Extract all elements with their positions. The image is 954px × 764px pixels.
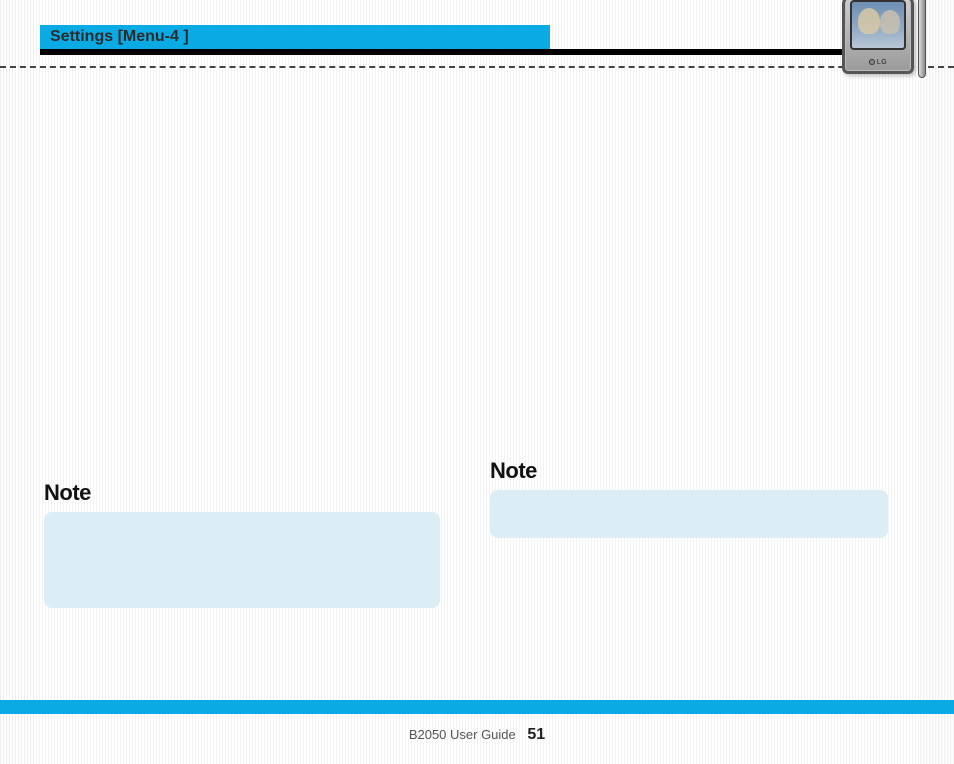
phone-screen-icon xyxy=(850,0,906,50)
header-underline xyxy=(40,49,914,55)
note-block-left: Note xyxy=(44,480,440,608)
note-block-right: Note xyxy=(490,458,888,538)
footer-guide-label: B2050 User Guide xyxy=(409,727,516,742)
page-footer: B2050 User Guide 51 xyxy=(0,726,954,744)
note-heading: Note xyxy=(490,458,888,484)
phone-illustration: LG xyxy=(834,0,922,74)
footer-accent-band xyxy=(0,700,954,714)
page-content: Note Note xyxy=(40,80,914,684)
phone-brand-label: LG xyxy=(834,59,922,66)
footer-page-number: 51 xyxy=(527,726,545,743)
note-box xyxy=(44,512,440,608)
page-texture-right xyxy=(920,0,954,764)
header-title: Settings [Menu-4 ] xyxy=(50,28,189,46)
note-heading: Note xyxy=(44,480,440,506)
page-texture-left xyxy=(0,0,34,764)
phone-brand-text: LG xyxy=(877,59,887,66)
header-title-bar: Settings [Menu-4 ] xyxy=(40,25,550,49)
note-box xyxy=(490,490,888,538)
header-dashed-rule xyxy=(0,66,954,68)
phone-logo-dot-icon xyxy=(869,59,875,65)
page-header: Settings [Menu-4 ] xyxy=(40,25,954,67)
phone-antenna-icon xyxy=(918,0,926,78)
